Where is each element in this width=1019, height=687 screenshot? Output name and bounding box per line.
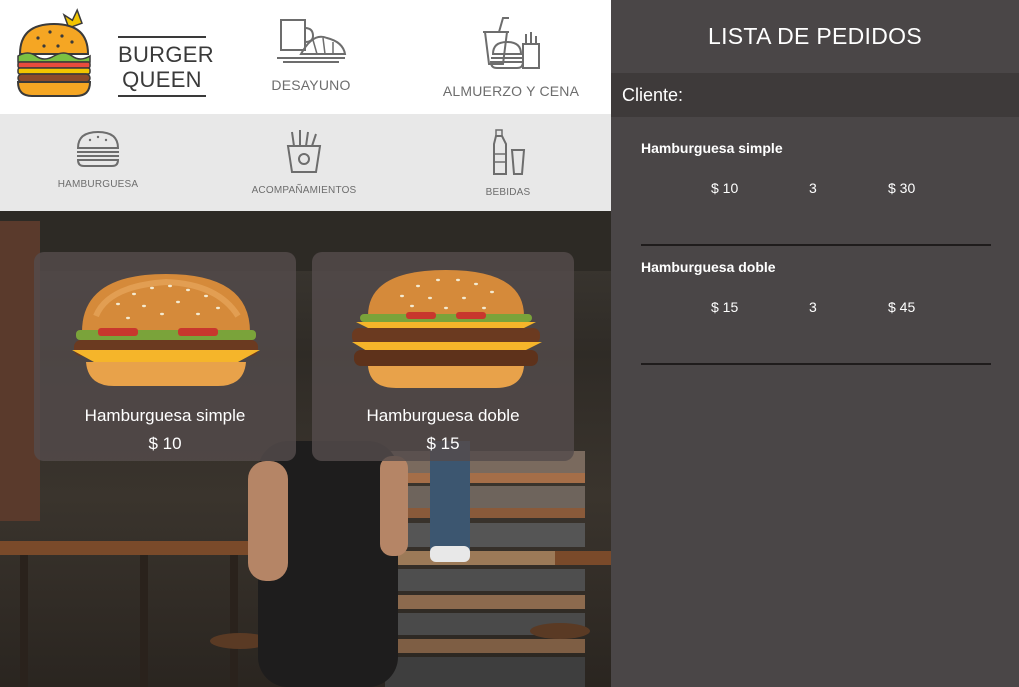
client-label: Cliente: [622,85,684,105]
order-item-unit-price: $ 10 [711,180,739,196]
order-item-unit-price: $ 15 [711,299,739,315]
product-price: $ 10 [148,434,182,453]
product-name: Hamburguesa simple [84,406,246,425]
drinks-icon [493,129,526,175]
order-item-total: $ 30 [888,180,916,196]
fries-icon [286,130,322,173]
product-card[interactable]: Hamburguesa doble $ 15 [312,252,574,461]
brand-line-1: BURGER [118,42,214,67]
order-item-name: Hamburguesa simple [641,140,783,156]
breakfast-icon [277,19,347,63]
subnav-hamburguesa-label: HAMBURGUESA [57,179,139,190]
menu-panel: BURGER QUEEN DESAYUNO ALMUERZO Y CENA HA… [0,0,611,687]
product-name: Hamburguesa doble [366,406,520,425]
top-navbar: BURGER QUEEN DESAYUNO ALMUERZO Y CENA [0,0,611,114]
order-item: Hamburguesa simple $ 10 3 $ 30 [641,128,991,246]
order-item-quantity: 3 [809,180,817,196]
category-subnav: HAMBURGUESA ACOMPAÑAMIENTOS BEBIDAS [0,114,611,211]
order-item-quantity: 3 [809,299,817,315]
order-item: Hamburguesa doble $ 15 3 $ 45 [641,247,991,365]
product-price: $ 15 [426,434,460,453]
brand-line-2: QUEEN [122,67,202,92]
nav-almuerzo-label: ALMUERZO Y CENA [442,83,580,99]
subnav-bebidas-label: BEBIDAS [485,187,531,198]
brand-logo: BURGER QUEEN [14,6,214,102]
burger-photo [352,270,542,388]
burger-logo-icon [16,8,92,97]
client-bar[interactable]: Cliente: [611,73,1019,117]
brand-wordmark: BURGER QUEEN [118,36,214,97]
nav-desayuno-label: DESAYUNO [271,77,351,93]
burger-icon [76,130,120,167]
lunch-dinner-icon [483,17,540,69]
order-item-name: Hamburguesa doble [641,259,776,275]
nav-almuerzo-cena[interactable]: ALMUERZO Y CENA [436,14,586,99]
nav-desayuno[interactable]: DESAYUNO [258,14,364,93]
order-panel: LISTA DE PEDIDOS Cliente: Hamburguesa si… [611,0,1019,687]
order-item-total: $ 45 [888,299,916,315]
product-card[interactable]: Hamburguesa simple $ 10 [34,252,296,461]
order-list-title: LISTA DE PEDIDOS [708,23,922,49]
burger-photo [72,274,260,386]
subnav-hamburguesa[interactable]: HAMBURGUESA [48,128,148,190]
subnav-bebidas[interactable]: BEBIDAS [468,128,548,198]
subnav-acompanamientos[interactable]: ACOMPAÑAMIENTOS [238,128,370,196]
subnav-acompanamientos-label: ACOMPAÑAMIENTOS [251,185,357,196]
